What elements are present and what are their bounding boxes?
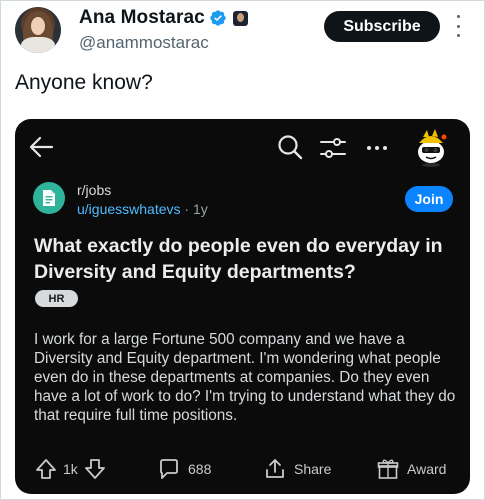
author-display-name[interactable]: Ana Mostarac (79, 7, 205, 29)
subscribe-button[interactable]: Subscribe (324, 11, 440, 42)
subreddit-name[interactable]: r/jobs (77, 182, 111, 198)
award-icon (377, 459, 399, 479)
tweet: Ana Mostarac @anammostarac Subscribe Any… (0, 0, 485, 500)
post-author-line: u/iguesswhatevs · 1y (77, 201, 208, 217)
post-age: 1y (192, 201, 208, 217)
post-title: What exactly do people even do everyday … (34, 235, 443, 283)
comments-button[interactable]: 688 (158, 457, 211, 481)
post-username[interactable]: u/iguesswhatevs (77, 201, 181, 217)
affiliate-badge-icon (232, 10, 248, 26)
join-button[interactable]: Join (405, 186, 453, 212)
post-actions-bar: 1k 688 Share Award (15, 457, 470, 481)
subreddit-icon (33, 182, 65, 214)
filter-icon (320, 138, 346, 158)
vote-controls: 1k (35, 457, 106, 481)
snoo-avatar-icon (418, 129, 447, 167)
author-name-row: Ana Mostarac (79, 7, 248, 29)
reddit-screenshot-card[interactable]: r/jobs u/iguesswhatevs · 1y Join What ex… (15, 119, 470, 494)
back-arrow-icon (29, 136, 54, 158)
vote-count: 1k (63, 461, 78, 477)
tweet-text: Anyone know? (15, 71, 153, 94)
share-icon (266, 459, 284, 478)
share-button[interactable]: Share (264, 457, 331, 481)
downvote-icon[interactable] (84, 458, 106, 480)
award-label: Award (407, 461, 447, 477)
post-body: I work for a large Fortune 500 company a… (34, 331, 456, 424)
post-flair: HR (35, 290, 78, 307)
author-avatar[interactable] (15, 7, 61, 53)
search-icon (278, 135, 303, 160)
award-button[interactable]: Award (377, 457, 446, 481)
comment-count: 688 (188, 461, 212, 477)
verified-badge-icon (210, 10, 226, 26)
comment-icon (160, 459, 178, 479)
upvote-icon[interactable] (35, 458, 57, 480)
more-icon (367, 146, 387, 150)
author-handle[interactable]: @anammostarac (79, 33, 209, 53)
share-label: Share (294, 461, 332, 477)
more-options-icon[interactable] (453, 15, 463, 37)
